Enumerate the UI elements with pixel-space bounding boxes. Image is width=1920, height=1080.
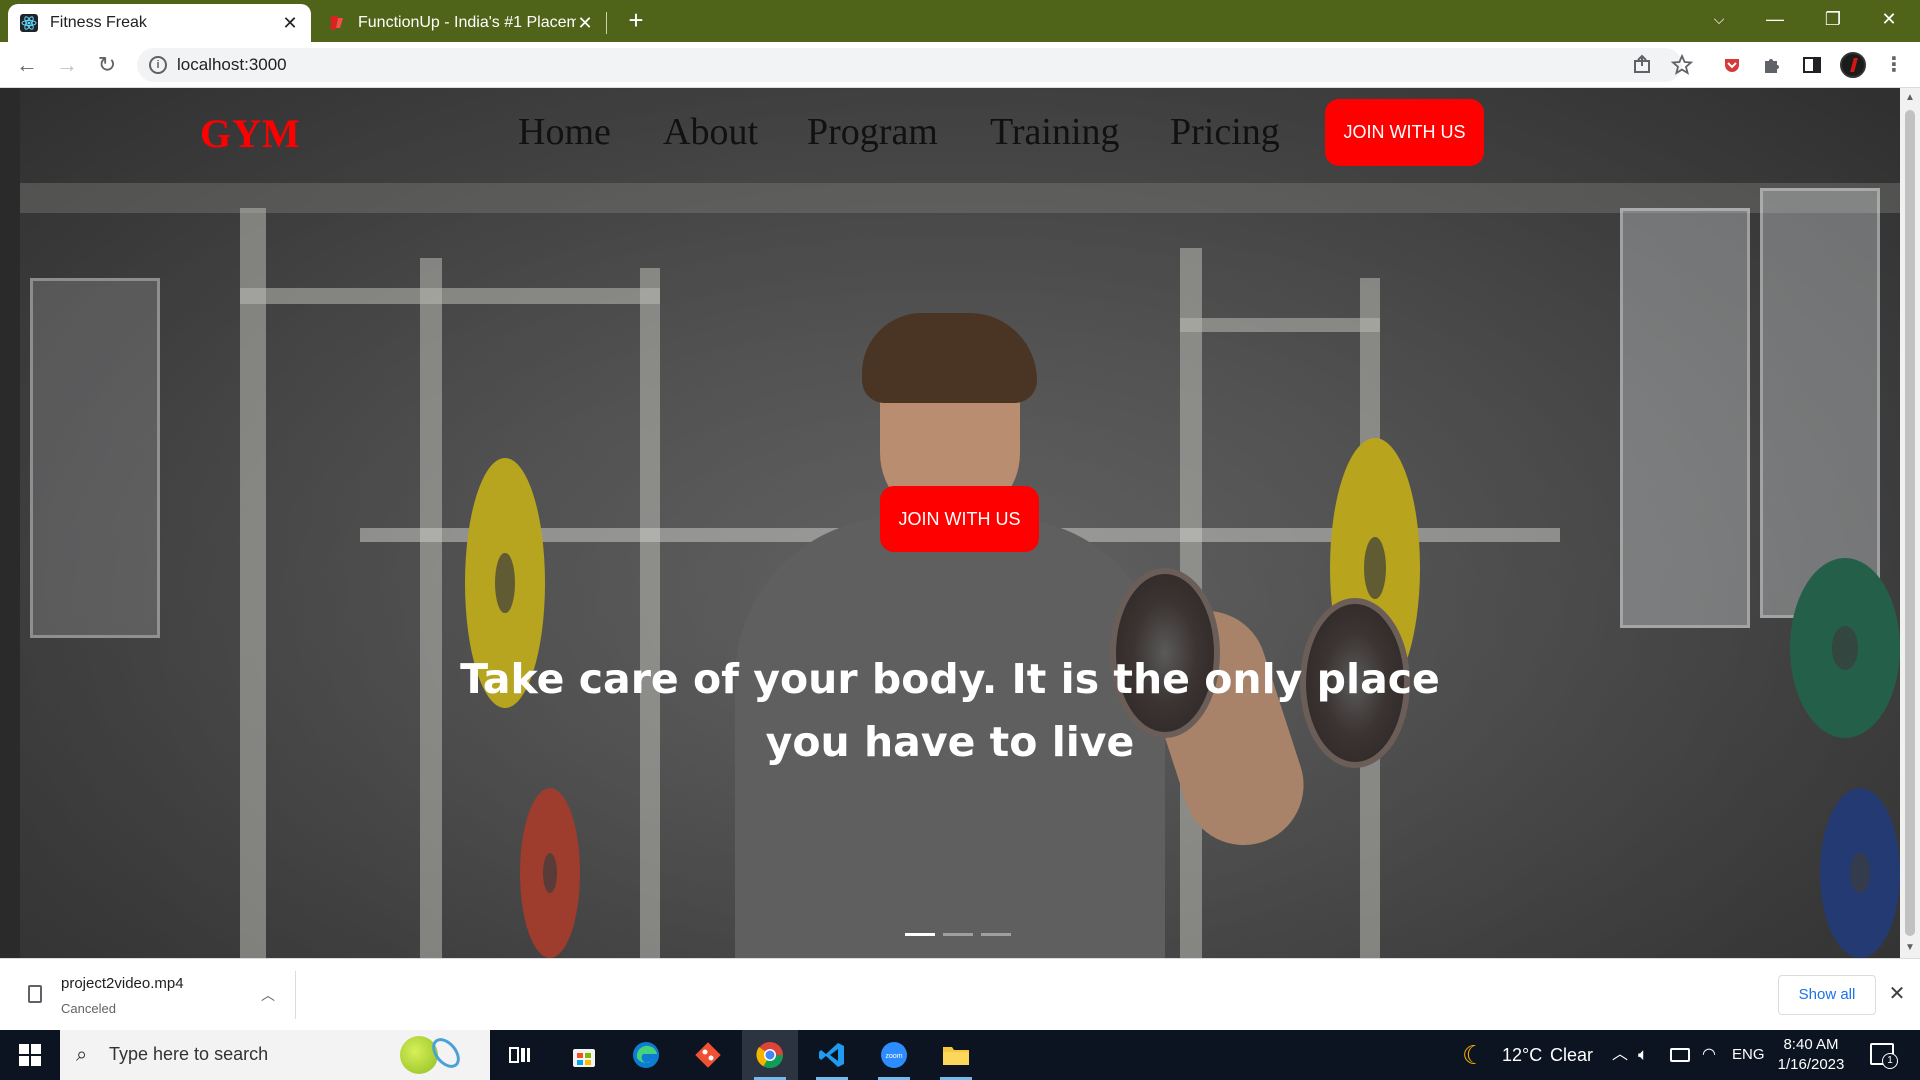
edge-icon[interactable] [618, 1030, 674, 1080]
clock-date: 1/16/2023 [1777, 1056, 1845, 1073]
battery-icon[interactable] [1670, 1048, 1690, 1062]
ceiling-beam [0, 183, 1900, 213]
left-edge-shadow [0, 88, 20, 958]
vscode-icon[interactable] [804, 1030, 860, 1080]
athlete-hair [862, 313, 1037, 403]
taskbar-search-box[interactable]: ⌕ Type here to search [60, 1030, 490, 1080]
hero-tagline: Take care of your body. It is the only p… [460, 655, 1440, 766]
windows-start-icon[interactable] [0, 1030, 60, 1080]
reload-button[interactable]: ↻ [93, 51, 121, 79]
page-viewport: GYM Home About Program Training Pricing … [0, 88, 1920, 958]
extensions-puzzle-icon[interactable] [1758, 51, 1786, 79]
menu-kebab-icon[interactable]: ⋮ [1880, 51, 1908, 79]
nav-link-program[interactable]: Program [807, 110, 938, 154]
tab-fitness-freak[interactable]: Fitness Freak ✕ [8, 4, 311, 42]
search-icon: ⌕ [76, 1044, 88, 1066]
browser-toolbar: ← → ↻ i localhost:3000 ⋮ [0, 42, 1920, 88]
tab-separator [606, 12, 607, 34]
react-icon [20, 14, 38, 32]
restore-button[interactable]: ❐ [1810, 0, 1856, 38]
carousel-indicators [905, 933, 1011, 936]
svg-text:zoom: zoom [885, 1053, 902, 1060]
page-scrollbar[interactable]: ▲ ▼ [1900, 88, 1920, 958]
tab-title: FunctionUp - India's #1 Placemer [358, 14, 576, 31]
browser-tab-strip: Fitness Freak ✕ FunctionUp - India's #1 … [0, 0, 1920, 42]
file-icon [28, 985, 42, 1003]
extension-pocket-icon[interactable] [1718, 51, 1746, 79]
rack-post [420, 258, 442, 958]
tab-functionup[interactable]: FunctionUp - India's #1 Placemer ✕ [316, 4, 606, 42]
scroll-up-arrow-icon[interactable]: ▲ [1904, 92, 1916, 104]
rack-bar [240, 288, 660, 304]
carousel-dot[interactable] [905, 933, 935, 936]
git-icon[interactable] [680, 1030, 736, 1080]
weather-condition[interactable]: Clear [1550, 1030, 1593, 1080]
tab-search-icon[interactable]: ⌵ [1696, 0, 1742, 38]
chevron-up-icon[interactable]: ︿ [258, 985, 278, 1005]
nav-link-home[interactable]: Home [518, 110, 611, 154]
side-panel-icon[interactable] [1798, 51, 1826, 79]
gym-window [30, 278, 160, 638]
notification-center-icon[interactable]: 1 [1870, 1043, 1898, 1069]
weather-temperature[interactable]: 12°C [1502, 1030, 1542, 1080]
file-explorer-icon[interactable] [928, 1030, 984, 1080]
task-view-icon[interactable] [492, 1030, 548, 1080]
header-join-button[interactable]: JOIN WITH US [1325, 99, 1484, 166]
nav-link-pricing[interactable]: Pricing [1170, 110, 1280, 154]
chrome-icon[interactable] [742, 1030, 798, 1080]
show-all-downloads-button[interactable]: Show all [1778, 975, 1876, 1015]
close-tab-icon[interactable]: ✕ [281, 14, 299, 32]
download-shelf: project2video.mp4 Canceled ︿ Show all ✕ [0, 958, 1920, 1030]
profile-avatar[interactable] [1840, 52, 1866, 78]
hero-join-button[interactable]: JOIN WITH US [880, 486, 1039, 552]
url-text[interactable]: localhost:3000 [177, 55, 287, 75]
minimize-button[interactable]: — [1752, 0, 1798, 38]
download-divider [295, 971, 296, 1019]
new-tab-button[interactable]: + [622, 6, 650, 34]
zoom-icon[interactable]: zoom [866, 1030, 922, 1080]
site-logo[interactable]: GYM [200, 110, 301, 157]
search-placeholder[interactable]: Type here to search [109, 1044, 268, 1065]
weight-plate-blue [1820, 788, 1900, 958]
site-info-icon[interactable]: i [149, 56, 167, 74]
gym-window [1760, 188, 1880, 618]
scrollbar-thumb[interactable] [1905, 110, 1915, 936]
clock-time: 8:40 AM [1783, 1036, 1839, 1053]
window-close-button[interactable]: ✕ [1866, 0, 1912, 38]
wifi-icon[interactable]: ◠ [1702, 1030, 1716, 1080]
close-download-bar-icon[interactable]: ✕ [1886, 983, 1908, 1005]
close-tab-icon[interactable]: ✕ [576, 14, 594, 32]
gym-window [1620, 208, 1750, 628]
microsoft-store-icon[interactable] [556, 1030, 612, 1080]
weather-moon-icon[interactable]: ☾ [1462, 1030, 1485, 1080]
forward-button[interactable]: → [53, 51, 81, 79]
functionup-icon [331, 16, 343, 30]
rack-post [640, 268, 660, 958]
system-clock[interactable]: 8:40 AM 1/16/2023 [1772, 1035, 1850, 1075]
chevron-up-icon[interactable]: ︿ [1612, 1030, 1628, 1080]
weight-plate-green [1790, 558, 1900, 738]
share-icon[interactable] [1628, 51, 1656, 79]
nav-link-training[interactable]: Training [990, 110, 1120, 154]
hero-section: GYM Home About Program Training Pricing … [0, 88, 1900, 958]
bookmark-star-icon[interactable] [1668, 51, 1696, 79]
address-bar[interactable]: i localhost:3000 [137, 48, 1682, 82]
download-file-name[interactable]: project2video.mp4 [61, 975, 184, 992]
input-language[interactable]: ENG [1732, 1030, 1765, 1080]
carousel-dot[interactable] [943, 933, 973, 936]
back-button[interactable]: ← [13, 51, 41, 79]
windows-taskbar: ⌕ Type here to search zoom ☾ 12°C Clear … [0, 1030, 1920, 1080]
volume-icon[interactable]: 🔈︎ [1638, 1030, 1648, 1080]
rack-post [240, 208, 266, 958]
notification-count: 1 [1882, 1053, 1898, 1069]
scroll-down-arrow-icon[interactable]: ▼ [1904, 942, 1916, 954]
nav-link-about[interactable]: About [663, 110, 758, 154]
carousel-dot[interactable] [981, 933, 1011, 936]
download-status: Canceled [61, 1001, 116, 1016]
tab-title: Fitness Freak [50, 14, 147, 31]
rack-bar [1180, 318, 1380, 332]
weight-plate-red [520, 788, 580, 958]
